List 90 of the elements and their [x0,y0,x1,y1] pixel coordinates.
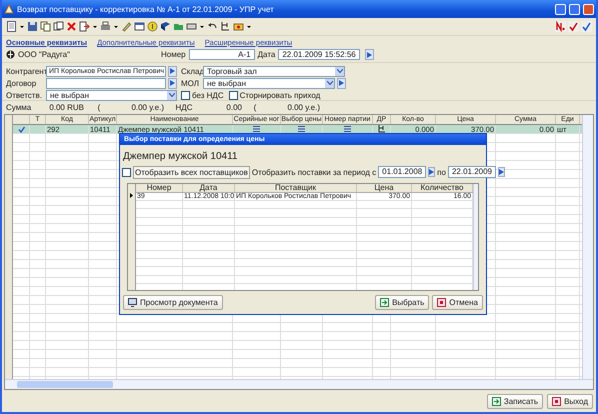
scrollbar[interactable] [473,184,478,290]
vat-text: 0.00 [226,103,242,112]
maximize-button[interactable] [569,4,580,14]
select-button[interactable] [168,78,177,88]
triangle-icon [339,80,344,86]
checkbox-label: Сторнировать приход [240,90,320,100]
save-button[interactable]: Записать [486,394,544,408]
checkbox-label: без НДС [192,90,224,100]
view-document-button[interactable]: Просмотр документа [123,295,223,310]
triangle-icon [498,169,504,176]
chevron-icon [168,93,174,97]
dropdown-button[interactable] [167,90,176,100]
cross-icon[interactable] [66,21,77,32]
cancel-button[interactable]: Отмена [432,295,483,310]
minimize-button[interactable] [555,4,566,14]
field-label: МОЛ [181,78,200,88]
column-header[interactable]: Дата [183,184,235,192]
printer-icon[interactable] [100,21,111,32]
list-icon[interactable] [253,126,260,132]
field-label: Контрагент [6,66,46,76]
checkmark-icon[interactable] [568,21,579,32]
date-field[interactable]: 01.01.2008 [378,166,426,178]
checkbox[interactable] [228,90,238,100]
checkbox[interactable] [122,168,131,177]
sum-open-text: ( [98,103,100,112]
vat-alt-text: 0.00 у.е.) [287,103,320,112]
list-icon[interactable] [298,126,305,132]
field-label: Номер [161,50,186,59]
enter-icon [380,298,390,307]
sum-label-text: Сумма [6,103,32,112]
dropdown-button[interactable] [335,66,344,76]
vat-open-text: ( [254,103,256,112]
copy-icon[interactable] [40,21,51,32]
show-all-suppliers-toggle[interactable]: Отобразить всех поставщиков [133,166,250,179]
triangle-icon [429,169,434,176]
book-icon[interactable] [160,21,171,32]
horizontal-scrollbar[interactable] [5,379,593,389]
enter-icon [492,396,501,406]
coin-icon[interactable] [147,21,158,32]
dropdown-field[interactable]: Торговый зал [203,66,345,76]
close-button[interactable] [583,4,594,14]
pencil-icon[interactable] [121,21,132,32]
text-field[interactable] [46,78,166,88]
select-button[interactable] [168,66,177,76]
column-header[interactable]: Номер [136,184,183,192]
date-button[interactable] [365,49,374,60]
dropdown-field[interactable]: не выбран [203,78,335,88]
app-icon [4,4,14,14]
number-field[interactable]: А-1 [188,49,255,60]
sum-text: 0.00 RUB [49,103,84,112]
vertical-scrollbar[interactable] [582,115,593,379]
list-icon[interactable] [344,126,351,132]
vat-label-text: НДС [176,103,192,112]
dropdown-button[interactable] [325,78,334,88]
column-header[interactable]: Поставщик [235,184,357,192]
exit-button[interactable]: Выход [547,394,593,408]
checkmark-icon[interactable] [581,21,592,32]
triangle-icon [367,52,372,58]
period-label: Отобразить поставки за период с [252,168,376,177]
exit-icon [552,396,562,406]
column-header[interactable]: Цена [357,184,412,192]
window-icon[interactable] [134,21,145,32]
select-button[interactable]: Выбрать [375,295,430,310]
document-icon[interactable] [6,21,17,32]
window-title: Возврат поставщику - корректировка № А-1 от 22.01.2009 - УПР учет [17,4,275,14]
organization-icon[interactable] [6,50,15,59]
tree-icon[interactable] [378,125,386,133]
field-label: Ответств. [6,90,43,100]
exit-icon [437,298,446,307]
card-icon[interactable] [186,21,197,32]
monitor-icon [128,298,137,307]
chevron-icon [336,69,342,73]
numbering-icon[interactable] [555,21,566,32]
copy-icon[interactable] [53,21,64,32]
select-button[interactable] [337,78,346,88]
envelope-icon[interactable] [233,21,244,32]
to-label: по [437,168,446,177]
tree-icon[interactable] [220,21,231,32]
field-label: Дата [258,50,276,59]
date-field[interactable]: 22.01.2009 [448,166,496,178]
sum-alt-text: 0.00 у.е.) [131,103,164,112]
organization-name: ООО "Радуга" [18,50,71,59]
date-button[interactable] [428,167,436,178]
checkbox[interactable] [181,90,190,100]
chevron-icon [326,81,332,85]
field-label: Договор [6,78,38,88]
document-arrow-icon[interactable] [79,21,90,32]
date-field[interactable]: 22.01.2009 15:52:56 [278,49,360,60]
dropdown-field[interactable]: не выбран [46,90,177,100]
product-name: Джемпер мужской 10411 [122,150,238,163]
